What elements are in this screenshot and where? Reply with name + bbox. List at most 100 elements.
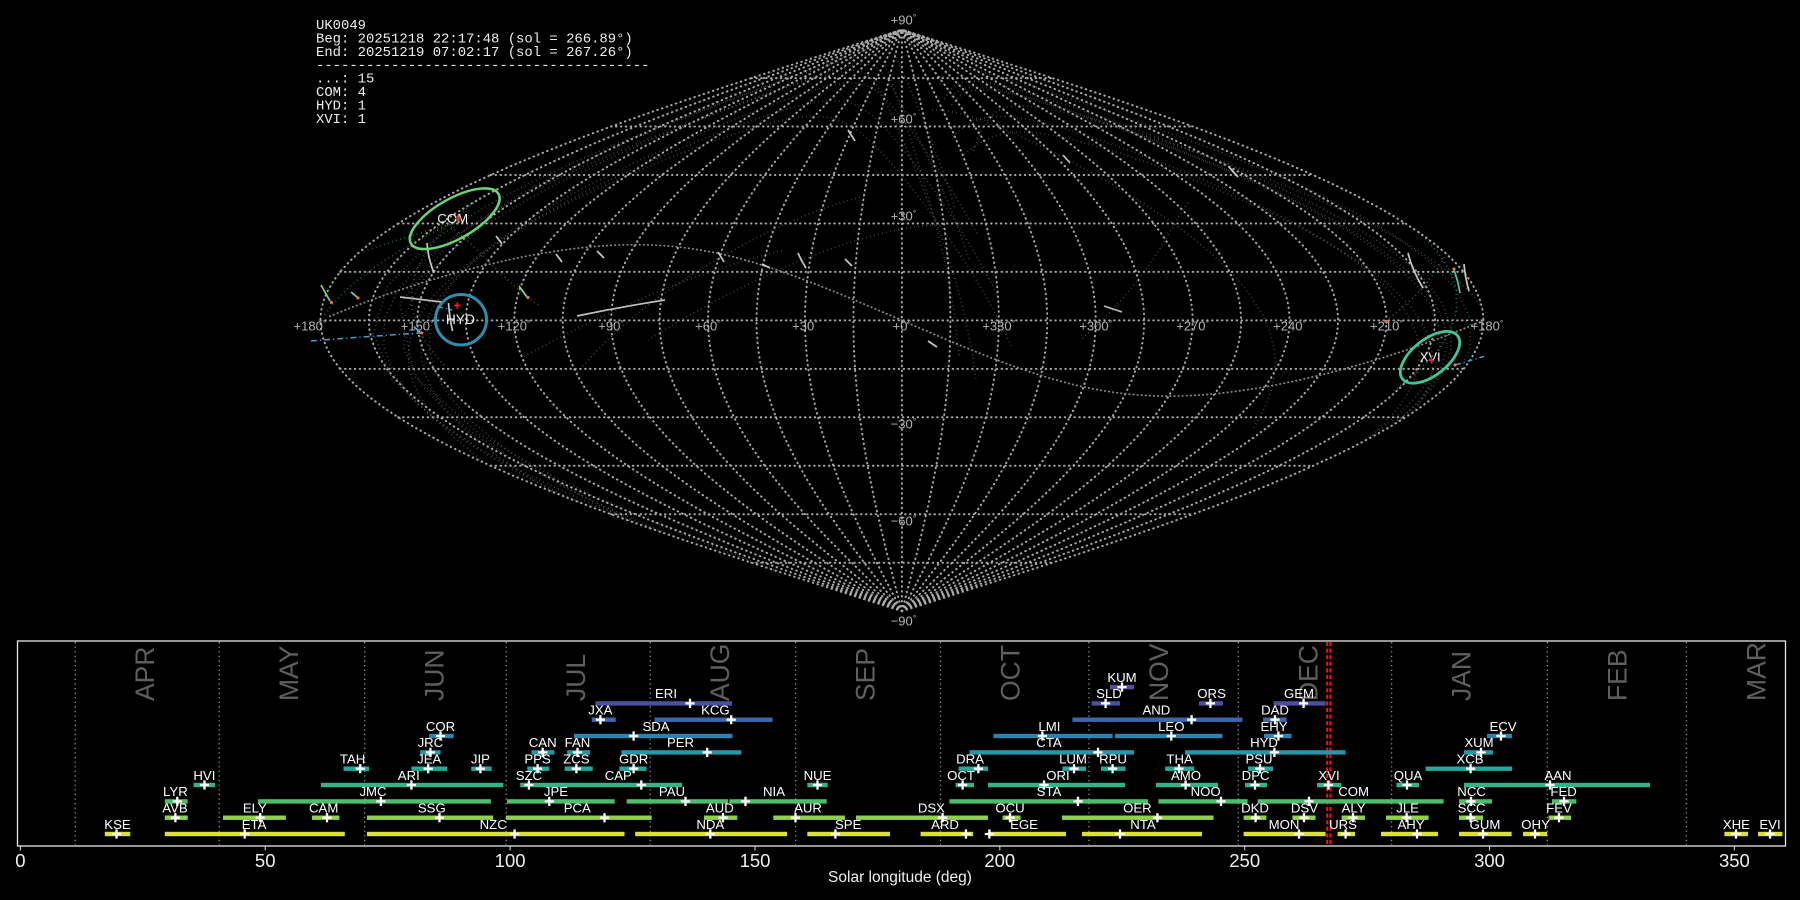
svg-text:JUN: JUN	[420, 649, 450, 701]
svg-text:COM: COM	[437, 211, 468, 226]
svg-text:KCG: KCG	[701, 703, 730, 718]
svg-text:MAR: MAR	[1741, 642, 1771, 701]
svg-text:NTA: NTA	[1130, 817, 1156, 832]
svg-text:XCB: XCB	[1456, 752, 1483, 767]
svg-text:FAN: FAN	[565, 735, 591, 750]
svg-text:SPE: SPE	[835, 817, 862, 832]
svg-text:XVI: XVI	[1420, 349, 1441, 364]
svg-text:QUA: QUA	[1394, 768, 1423, 783]
svg-text:CAN: CAN	[529, 735, 557, 750]
svg-text:100: 100	[495, 850, 526, 871]
svg-text:AUR: AUR	[794, 801, 822, 816]
svg-text:250: 250	[1229, 850, 1260, 871]
svg-text:NOO: NOO	[1191, 784, 1221, 799]
svg-text:CAP: CAP	[605, 768, 632, 783]
svg-text:PCA: PCA	[564, 801, 591, 816]
svg-text:150: 150	[740, 850, 771, 871]
svg-text:PAU: PAU	[659, 784, 685, 799]
svg-text:MAY: MAY	[274, 645, 304, 701]
svg-text:JLE: JLE	[1396, 801, 1419, 816]
svg-text:AND: AND	[1142, 703, 1170, 718]
svg-text:OHY: OHY	[1521, 817, 1550, 832]
svg-text:LEO: LEO	[1158, 719, 1184, 734]
svg-text:COR: COR	[426, 719, 455, 734]
svg-text:HVI: HVI	[193, 768, 215, 783]
svg-text:XVI: XVI	[1318, 768, 1339, 783]
svg-text:AUG: AUG	[705, 644, 735, 701]
svg-text:LMI: LMI	[1038, 719, 1060, 734]
svg-text:OCT: OCT	[947, 768, 975, 783]
svg-text:EHY: EHY	[1260, 719, 1287, 734]
svg-text:HYD: HYD	[1250, 735, 1278, 750]
svg-text:ARD: ARD	[931, 817, 959, 832]
svg-text:AMO: AMO	[1171, 768, 1201, 783]
svg-text:GDR: GDR	[619, 752, 648, 767]
svg-text:STA: STA	[1037, 784, 1062, 799]
svg-text:PER: PER	[667, 735, 694, 750]
svg-text:ARI: ARI	[398, 768, 420, 783]
svg-text:FED: FED	[1550, 784, 1576, 799]
svg-text:TAH: TAH	[340, 752, 365, 767]
svg-text:HYD: HYD	[446, 312, 475, 327]
svg-text:DRA: DRA	[956, 752, 984, 767]
svg-text:300: 300	[1474, 850, 1505, 871]
svg-text:AUD: AUD	[706, 801, 734, 816]
svg-text:APR: APR	[130, 647, 160, 702]
svg-text:JAN: JAN	[1447, 651, 1477, 701]
svg-text:NDA: NDA	[696, 817, 724, 832]
svg-text:+330°: +330°	[982, 319, 1015, 334]
svg-text:50: 50	[255, 850, 276, 871]
svg-text:OER: OER	[1123, 801, 1152, 816]
svg-text:RPU: RPU	[1099, 752, 1127, 767]
svg-text:350: 350	[1719, 850, 1750, 871]
svg-text:NOV: NOV	[1144, 643, 1174, 701]
svg-text:JIP: JIP	[471, 752, 490, 767]
svg-text:0: 0	[15, 850, 25, 871]
svg-text:JXA: JXA	[588, 703, 612, 718]
svg-text:+180°: +180°	[294, 319, 327, 334]
svg-text:NUE: NUE	[804, 768, 832, 783]
svg-text:COM: COM	[1338, 784, 1369, 799]
svg-text:SDA: SDA	[642, 719, 669, 734]
svg-text:CAM: CAM	[309, 801, 338, 816]
svg-text:DPC: DPC	[1242, 768, 1270, 783]
svg-text:Solar longitude (deg): Solar longitude (deg)	[828, 869, 972, 886]
svg-text:FEB: FEB	[1602, 649, 1632, 701]
svg-text:OCT: OCT	[996, 645, 1026, 701]
svg-text:JRC: JRC	[418, 735, 444, 750]
svg-text:THA: THA	[1166, 752, 1193, 767]
svg-text:GEM: GEM	[1284, 686, 1314, 701]
svg-text:LYR: LYR	[163, 784, 188, 799]
svg-text:+180°: +180°	[1471, 319, 1504, 334]
svg-text:NIA: NIA	[763, 784, 785, 799]
svg-text:JUL: JUL	[561, 654, 591, 701]
svg-text:PSU: PSU	[1245, 752, 1272, 767]
svg-text:ETA: ETA	[242, 817, 267, 832]
svg-text:EGE: EGE	[1010, 817, 1038, 832]
svg-text:200: 200	[984, 850, 1015, 871]
svg-text:EVI: EVI	[1759, 817, 1780, 832]
svg-text:KSE: KSE	[104, 817, 131, 832]
svg-text:SLD: SLD	[1096, 686, 1122, 701]
svg-text:ECV: ECV	[1489, 719, 1516, 734]
svg-text:JMC: JMC	[359, 784, 387, 799]
svg-text:NZC: NZC	[480, 817, 508, 832]
svg-text:+120°: +120°	[498, 319, 531, 334]
svg-text:ORS: ORS	[1197, 686, 1226, 701]
svg-text:SZC: SZC	[516, 768, 543, 783]
svg-text:LUM: LUM	[1059, 752, 1087, 767]
svg-text:KUM: KUM	[1107, 670, 1136, 685]
svg-text:ERI: ERI	[655, 686, 677, 701]
svg-text:AAN: AAN	[1544, 768, 1571, 783]
svg-text:FEV: FEV	[1546, 801, 1572, 816]
svg-text:SCC: SCC	[1458, 801, 1486, 816]
svg-text:GUM: GUM	[1470, 817, 1501, 832]
svg-text:XUM: XUM	[1464, 735, 1493, 750]
svg-text:ELY: ELY	[243, 801, 267, 816]
svg-text:ALY: ALY	[1342, 801, 1366, 816]
svg-text:+270°: +270°	[1176, 319, 1209, 334]
svg-text:SEP: SEP	[851, 648, 881, 701]
svg-text:+240°: +240°	[1273, 319, 1306, 334]
svg-text:JPE: JPE	[544, 784, 568, 799]
svg-text:CTA: CTA	[1036, 735, 1062, 750]
